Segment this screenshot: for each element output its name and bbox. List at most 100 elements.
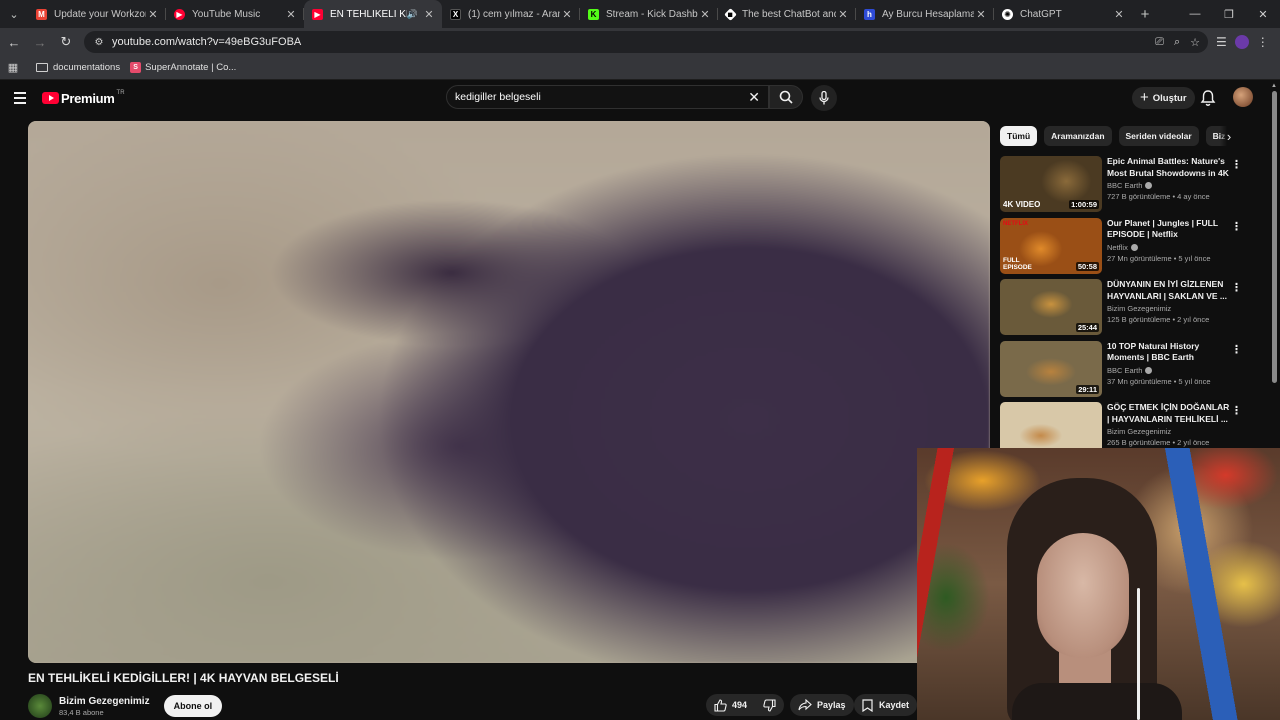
chip-from-search[interactable]: Aramanızdan	[1044, 126, 1112, 146]
browser-tab-strip: ⌄ M Update your Workzone p ✕ ▶ YouTube M…	[0, 0, 1280, 28]
kick-icon: K	[588, 8, 599, 20]
more-options-icon[interactable]: ⋮	[1231, 158, 1242, 171]
chevron-right-icon[interactable]: ›	[1220, 125, 1238, 147]
video-thumbnail[interactable]: 29:11	[1000, 340, 1102, 397]
browser-tab[interactable]: X (1) cem yılmaz - Arama / X ✕	[442, 0, 580, 28]
recommended-channel[interactable]: BBC Earth	[1107, 181, 1231, 190]
minimize-icon[interactable]: —	[1178, 8, 1212, 21]
more-options-icon[interactable]: ⋮	[1231, 343, 1242, 356]
menu-icon[interactable]	[14, 92, 36, 104]
restore-icon[interactable]: ❐	[1212, 8, 1246, 21]
tab-title: Stream - Kick Dashboard	[606, 8, 698, 20]
close-icon[interactable]: ✕	[284, 8, 298, 21]
like-button[interactable]: 494	[706, 694, 755, 716]
close-window-icon[interactable]: ✕	[1246, 8, 1280, 21]
search-button[interactable]	[769, 85, 803, 109]
video-thumbnail[interactable]: 25:44	[1000, 279, 1102, 335]
search-query-text[interactable]: kedigiller belgeseli	[455, 91, 748, 103]
new-tab-button[interactable]: +	[1132, 6, 1158, 23]
more-menu-icon[interactable]: ⋮	[1257, 35, 1269, 49]
folder-icon	[36, 63, 48, 72]
recommended-title[interactable]: 10 TOP Natural History Moments | BBC Ear…	[1107, 341, 1231, 364]
browser-tab[interactable]: ◆ The best ChatBot and W ✕	[718, 0, 856, 28]
recommended-title[interactable]: Epic Animal Battles: Nature's Most Bruta…	[1107, 156, 1231, 179]
chip-from-series[interactable]: Seriden videolar	[1118, 126, 1199, 146]
browser-tab-active[interactable]: ▶ EN TEHLİKELİ KEDİG 🔊 ✕	[304, 0, 442, 28]
browser-tab[interactable]: h Ay Burcu Hesaplama - H ✕	[856, 0, 994, 28]
account-avatar[interactable]	[1233, 87, 1253, 107]
tab-title: ChatGPT	[1020, 8, 1062, 20]
bookmark-label: SuperAnnotate | Co...	[145, 62, 237, 73]
webcam-overlay	[917, 448, 1280, 720]
recommended-channel[interactable]: Bizim Gezegenimiz	[1107, 427, 1231, 436]
recommended-title[interactable]: Our Planet | Jungles | FULL EPISODE | Ne…	[1107, 218, 1231, 241]
close-icon[interactable]: ✕	[836, 8, 850, 21]
recommended-channel[interactable]: Netflix	[1107, 243, 1231, 252]
voice-search-button[interactable]	[811, 85, 837, 111]
browser-tab[interactable]: ▶ YouTube Music ✕	[166, 0, 304, 28]
dislike-button[interactable]	[755, 694, 784, 716]
browser-tab[interactable]: K Stream - Kick Dashboard ✕	[580, 0, 718, 28]
chip-all[interactable]: Tümü	[1000, 126, 1038, 146]
thumbs-up-icon	[714, 698, 727, 712]
more-options-icon[interactable]: ⋮	[1231, 404, 1242, 417]
cast-icon[interactable]: ⎚	[1155, 36, 1164, 49]
bookmark-superannotate[interactable]: S SuperAnnotate | Co...	[130, 62, 236, 73]
zoom-icon[interactable]: ⌕	[1174, 36, 1180, 49]
recommended-channel[interactable]: Bizim Gezegenimiz	[1107, 304, 1231, 313]
video-thumbnail[interactable]: 4K VIDEO 1:00:59	[1000, 156, 1102, 212]
tab-search-button[interactable]: ⌄	[0, 0, 28, 28]
video-thumbnail[interactable]: NETFLIX FULL EPISODE 50:58	[1000, 217, 1102, 274]
scroll-up-icon[interactable]: ▲	[1271, 83, 1277, 89]
url-text[interactable]: youtube.com/watch?v=49eBG3uFOBA	[112, 36, 1155, 48]
horoscope-icon: h	[864, 8, 875, 20]
recommended-channel[interactable]: BBC Earth	[1107, 366, 1231, 375]
close-icon[interactable]: ✕	[974, 8, 988, 21]
apps-grid-icon[interactable]: ▦	[0, 61, 26, 74]
close-icon[interactable]: ✕	[146, 8, 160, 21]
tab-title: Update your Workzone p	[54, 8, 146, 20]
subscribe-button[interactable]: Abone ol	[163, 695, 223, 717]
video-player[interactable]	[28, 121, 990, 663]
close-icon[interactable]: ✕	[698, 8, 712, 21]
forward-icon[interactable]: →	[28, 30, 52, 54]
share-button[interactable]: Paylaş	[790, 694, 854, 716]
back-icon[interactable]: ←	[2, 30, 26, 54]
close-icon[interactable]: ✕	[560, 8, 574, 21]
site-info-icon[interactable]: ⚙	[92, 35, 106, 49]
page-scrollbar[interactable]	[1272, 91, 1277, 383]
search-input[interactable]: kedigiller belgeseli ✕	[446, 85, 769, 109]
more-options-icon[interactable]: ⋮	[1231, 220, 1242, 233]
recommended-title[interactable]: GÖÇ ETMEK İÇİN DOĞANLAR | HAYVANLARIN TE…	[1107, 402, 1231, 425]
more-options-icon[interactable]: ⋮	[1231, 281, 1242, 294]
reading-list-icon[interactable]: ☰	[1216, 35, 1227, 49]
bookmarks-bar: ▦ documentations S SuperAnnotate | Co...	[0, 56, 1280, 80]
recommended-video[interactable]: NETFLIX FULL EPISODE 50:58 Our Planet | …	[1000, 217, 1250, 280]
clear-search-icon[interactable]: ✕	[748, 89, 760, 106]
profile-avatar[interactable]	[1234, 35, 1249, 49]
notifications-bell-icon[interactable]	[1200, 89, 1216, 107]
address-bar[interactable]: ⚙ youtube.com/watch?v=49eBG3uFOBA ⎚ ⌕ ☆	[84, 31, 1208, 53]
create-button[interactable]: + Oluştur	[1132, 87, 1195, 109]
video-duration: 50:58	[1075, 261, 1099, 271]
youtube-premium-logo[interactable]: Premium TR	[42, 90, 125, 106]
close-icon[interactable]: ✕	[1112, 8, 1126, 21]
channel-avatar[interactable]	[28, 694, 52, 718]
save-button[interactable]: Kaydet	[854, 694, 918, 716]
recommended-title[interactable]: DÜNYANIN EN İYİ GİZLENEN HAYVANLARI | SA…	[1107, 279, 1231, 302]
window-controls: — ❐ ✕	[1178, 8, 1280, 21]
close-icon[interactable]: ✕	[422, 8, 436, 21]
reload-icon[interactable]: ↻	[54, 30, 78, 54]
bookmark-folder-documentations[interactable]: documentations	[36, 62, 120, 73]
recommended-video[interactable]: 29:11 10 TOP Natural History Moments | B…	[1000, 340, 1250, 403]
recommended-video[interactable]: 4K VIDEO 1:00:59 Epic Animal Battles: Na…	[1000, 156, 1250, 218]
channel-name[interactable]: Bizim Gezegenimiz	[59, 696, 150, 707]
bookmark-star-icon[interactable]: ☆	[1190, 36, 1200, 49]
save-label: Kaydet	[879, 700, 910, 710]
recommended-video[interactable]: 25:44 DÜNYANIN EN İYİ GİZLENEN HAYVANLAR…	[1000, 279, 1250, 341]
browser-tab[interactable]: ✺ ChatGPT ✕	[994, 0, 1132, 28]
bookmark-label: documentations	[53, 62, 121, 73]
channel-label: Bizim Gezegenimiz	[1107, 427, 1172, 436]
browser-tab[interactable]: M Update your Workzone p ✕	[28, 0, 166, 28]
speaker-icon[interactable]: 🔊	[407, 9, 418, 20]
